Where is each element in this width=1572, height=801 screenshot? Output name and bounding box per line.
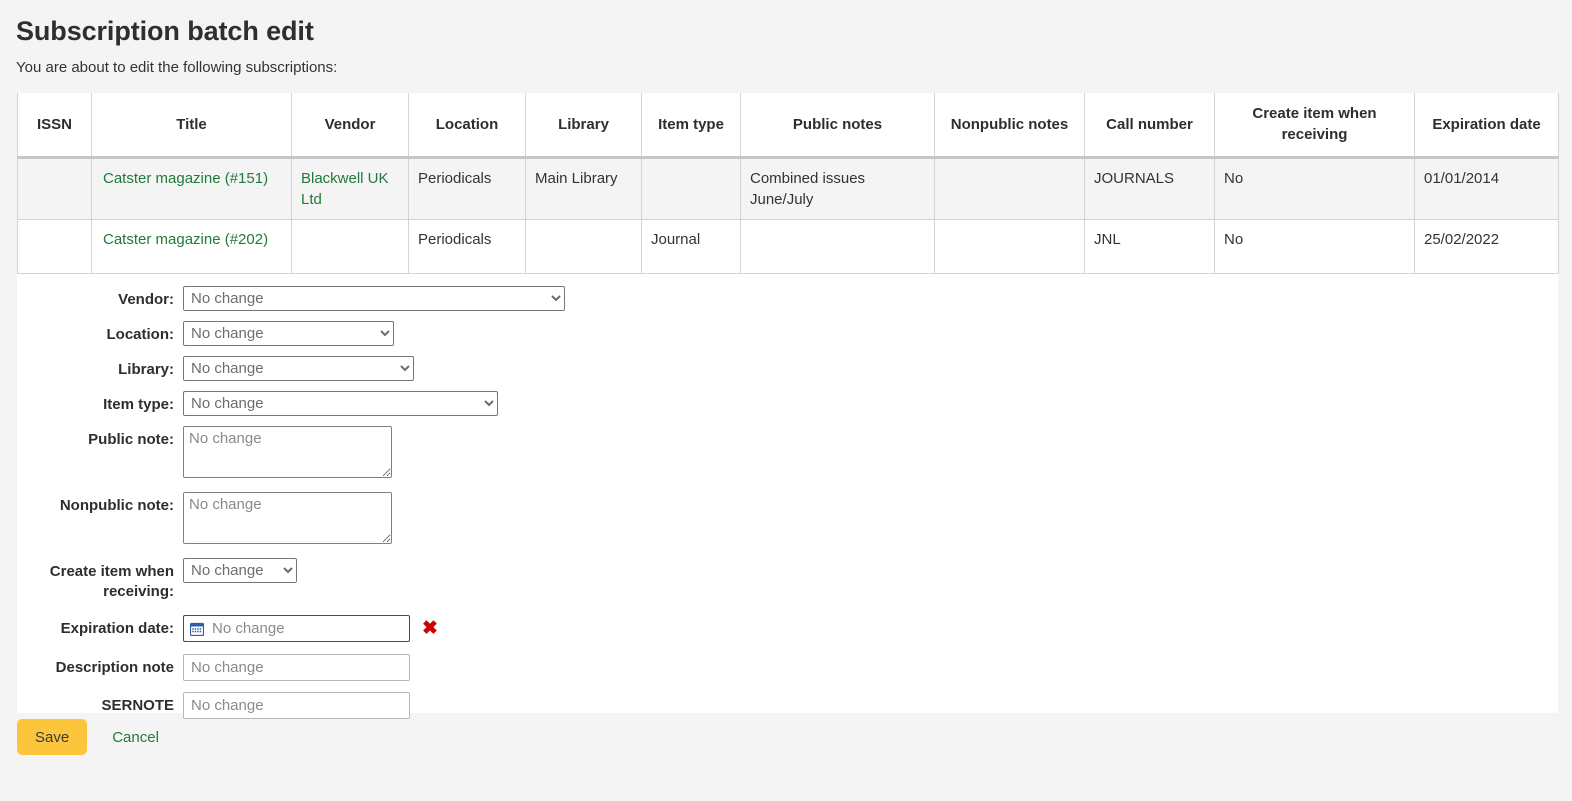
cell-item-type: Journal — [642, 220, 741, 274]
cell-nonpublic-notes — [935, 158, 1085, 220]
column-header-title: Title — [92, 93, 292, 158]
subscriptions-table: ISSN Title Vendor Location Library Item … — [17, 93, 1559, 274]
vendor-label: Vendor: — [17, 286, 183, 310]
column-header-issn: ISSN — [18, 93, 92, 158]
sernote-label: SERNOTE — [17, 692, 183, 716]
subscription-batch-edit-page: Subscription batch edit You are about to… — [0, 0, 1572, 801]
column-header-public-notes: Public notes — [741, 93, 935, 158]
column-header-expiration-date: Expiration date — [1415, 93, 1559, 158]
cell-title: Catster magazine (#151) — [92, 158, 292, 220]
column-header-call-number: Call number — [1085, 93, 1215, 158]
cell-call-number: JNL — [1085, 220, 1215, 274]
field-row-sernote: SERNOTE — [17, 692, 1558, 719]
field-row-item-type: Item type: No change — [17, 391, 1558, 416]
create-item-select[interactable]: No change — [183, 558, 297, 583]
column-header-library: Library — [526, 93, 642, 158]
cell-library: Main Library — [526, 158, 642, 220]
cell-call-number: JOURNALS — [1085, 158, 1215, 220]
cell-create-item: No — [1215, 220, 1415, 274]
column-header-nonpublic-notes: Nonpublic notes — [935, 93, 1085, 158]
cell-issn — [18, 158, 92, 220]
cell-library — [526, 220, 642, 274]
vendor-select[interactable]: No change — [183, 286, 565, 311]
public-note-textarea[interactable] — [183, 426, 392, 478]
create-item-label: Create item when receiving: — [17, 558, 183, 602]
description-note-label: Description note — [17, 654, 183, 678]
save-button[interactable]: Save — [17, 719, 87, 755]
location-label: Location: — [17, 321, 183, 345]
cell-expiration-date: 25/02/2022 — [1415, 220, 1559, 274]
cell-issn — [18, 220, 92, 274]
table-header: ISSN Title Vendor Location Library Item … — [18, 93, 1559, 158]
column-header-vendor: Vendor — [292, 93, 409, 158]
field-row-public-note: Public note: — [17, 426, 1558, 478]
cell-item-type — [642, 158, 741, 220]
item-type-label: Item type: — [17, 391, 183, 415]
cell-public-notes — [741, 220, 935, 274]
page-title: Subscription batch edit — [0, 0, 1572, 48]
cell-title: Catster magazine (#202) — [92, 220, 292, 274]
nonpublic-note-label: Nonpublic note: — [17, 492, 183, 516]
item-type-select[interactable]: No change — [183, 391, 498, 416]
column-header-location: Location — [409, 93, 526, 158]
clear-date-icon[interactable]: ✖ — [422, 619, 438, 638]
form-actions: Save Cancel — [17, 719, 159, 755]
column-header-create-item-when-receiving: Create item when receiving — [1215, 93, 1415, 158]
cell-vendor: Blackwell UK Ltd — [292, 158, 409, 220]
sernote-input[interactable] — [183, 692, 410, 719]
field-row-expiration-date: Expiration date: — [17, 615, 1558, 642]
subscription-title-link[interactable]: Catster magazine (#202) — [103, 231, 268, 248]
cell-create-item: No — [1215, 158, 1415, 220]
expiration-date-input[interactable] — [183, 615, 410, 642]
intro-text: You are about to edit the following subs… — [0, 48, 1572, 78]
field-row-vendor: Vendor: No change — [17, 286, 1558, 311]
cancel-link[interactable]: Cancel — [112, 729, 159, 746]
public-note-label: Public note: — [17, 426, 183, 450]
expiration-date-wrapper — [183, 615, 410, 642]
cell-location: Periodicals — [409, 158, 526, 220]
field-row-location: Location: No change — [17, 321, 1558, 346]
cell-nonpublic-notes — [935, 220, 1085, 274]
description-note-input[interactable] — [183, 654, 410, 681]
cell-location: Periodicals — [409, 220, 526, 274]
location-select[interactable]: No change — [183, 321, 394, 346]
content-panel: ISSN Title Vendor Location Library Item … — [17, 93, 1558, 713]
table-row: Catster magazine (#202) Periodicals Jour… — [18, 220, 1559, 274]
column-header-item-type: Item type — [642, 93, 741, 158]
subscription-title-link[interactable]: Catster magazine (#151) — [103, 170, 268, 187]
cell-public-notes: Combined issues June/July — [741, 158, 935, 220]
cell-vendor — [292, 220, 409, 274]
table-row: Catster magazine (#151) Blackwell UK Ltd… — [18, 158, 1559, 220]
batch-edit-form: Vendor: No change Location: No change Li… — [17, 274, 1558, 719]
library-select[interactable]: No change — [183, 356, 414, 381]
table-header-row: ISSN Title Vendor Location Library Item … — [18, 93, 1559, 158]
field-row-create-item-when-receiving: Create item when receiving: No change — [17, 558, 1558, 602]
expiration-date-label: Expiration date: — [17, 615, 183, 639]
field-row-description-note: Description note — [17, 654, 1558, 681]
table-body: Catster magazine (#151) Blackwell UK Ltd… — [18, 158, 1559, 274]
nonpublic-note-textarea[interactable] — [183, 492, 392, 544]
field-row-library: Library: No change — [17, 356, 1558, 381]
cell-expiration-date: 01/01/2014 — [1415, 158, 1559, 220]
library-label: Library: — [17, 356, 183, 380]
vendor-link[interactable]: Blackwell UK Ltd — [301, 170, 389, 208]
field-row-nonpublic-note: Nonpublic note: — [17, 492, 1558, 544]
